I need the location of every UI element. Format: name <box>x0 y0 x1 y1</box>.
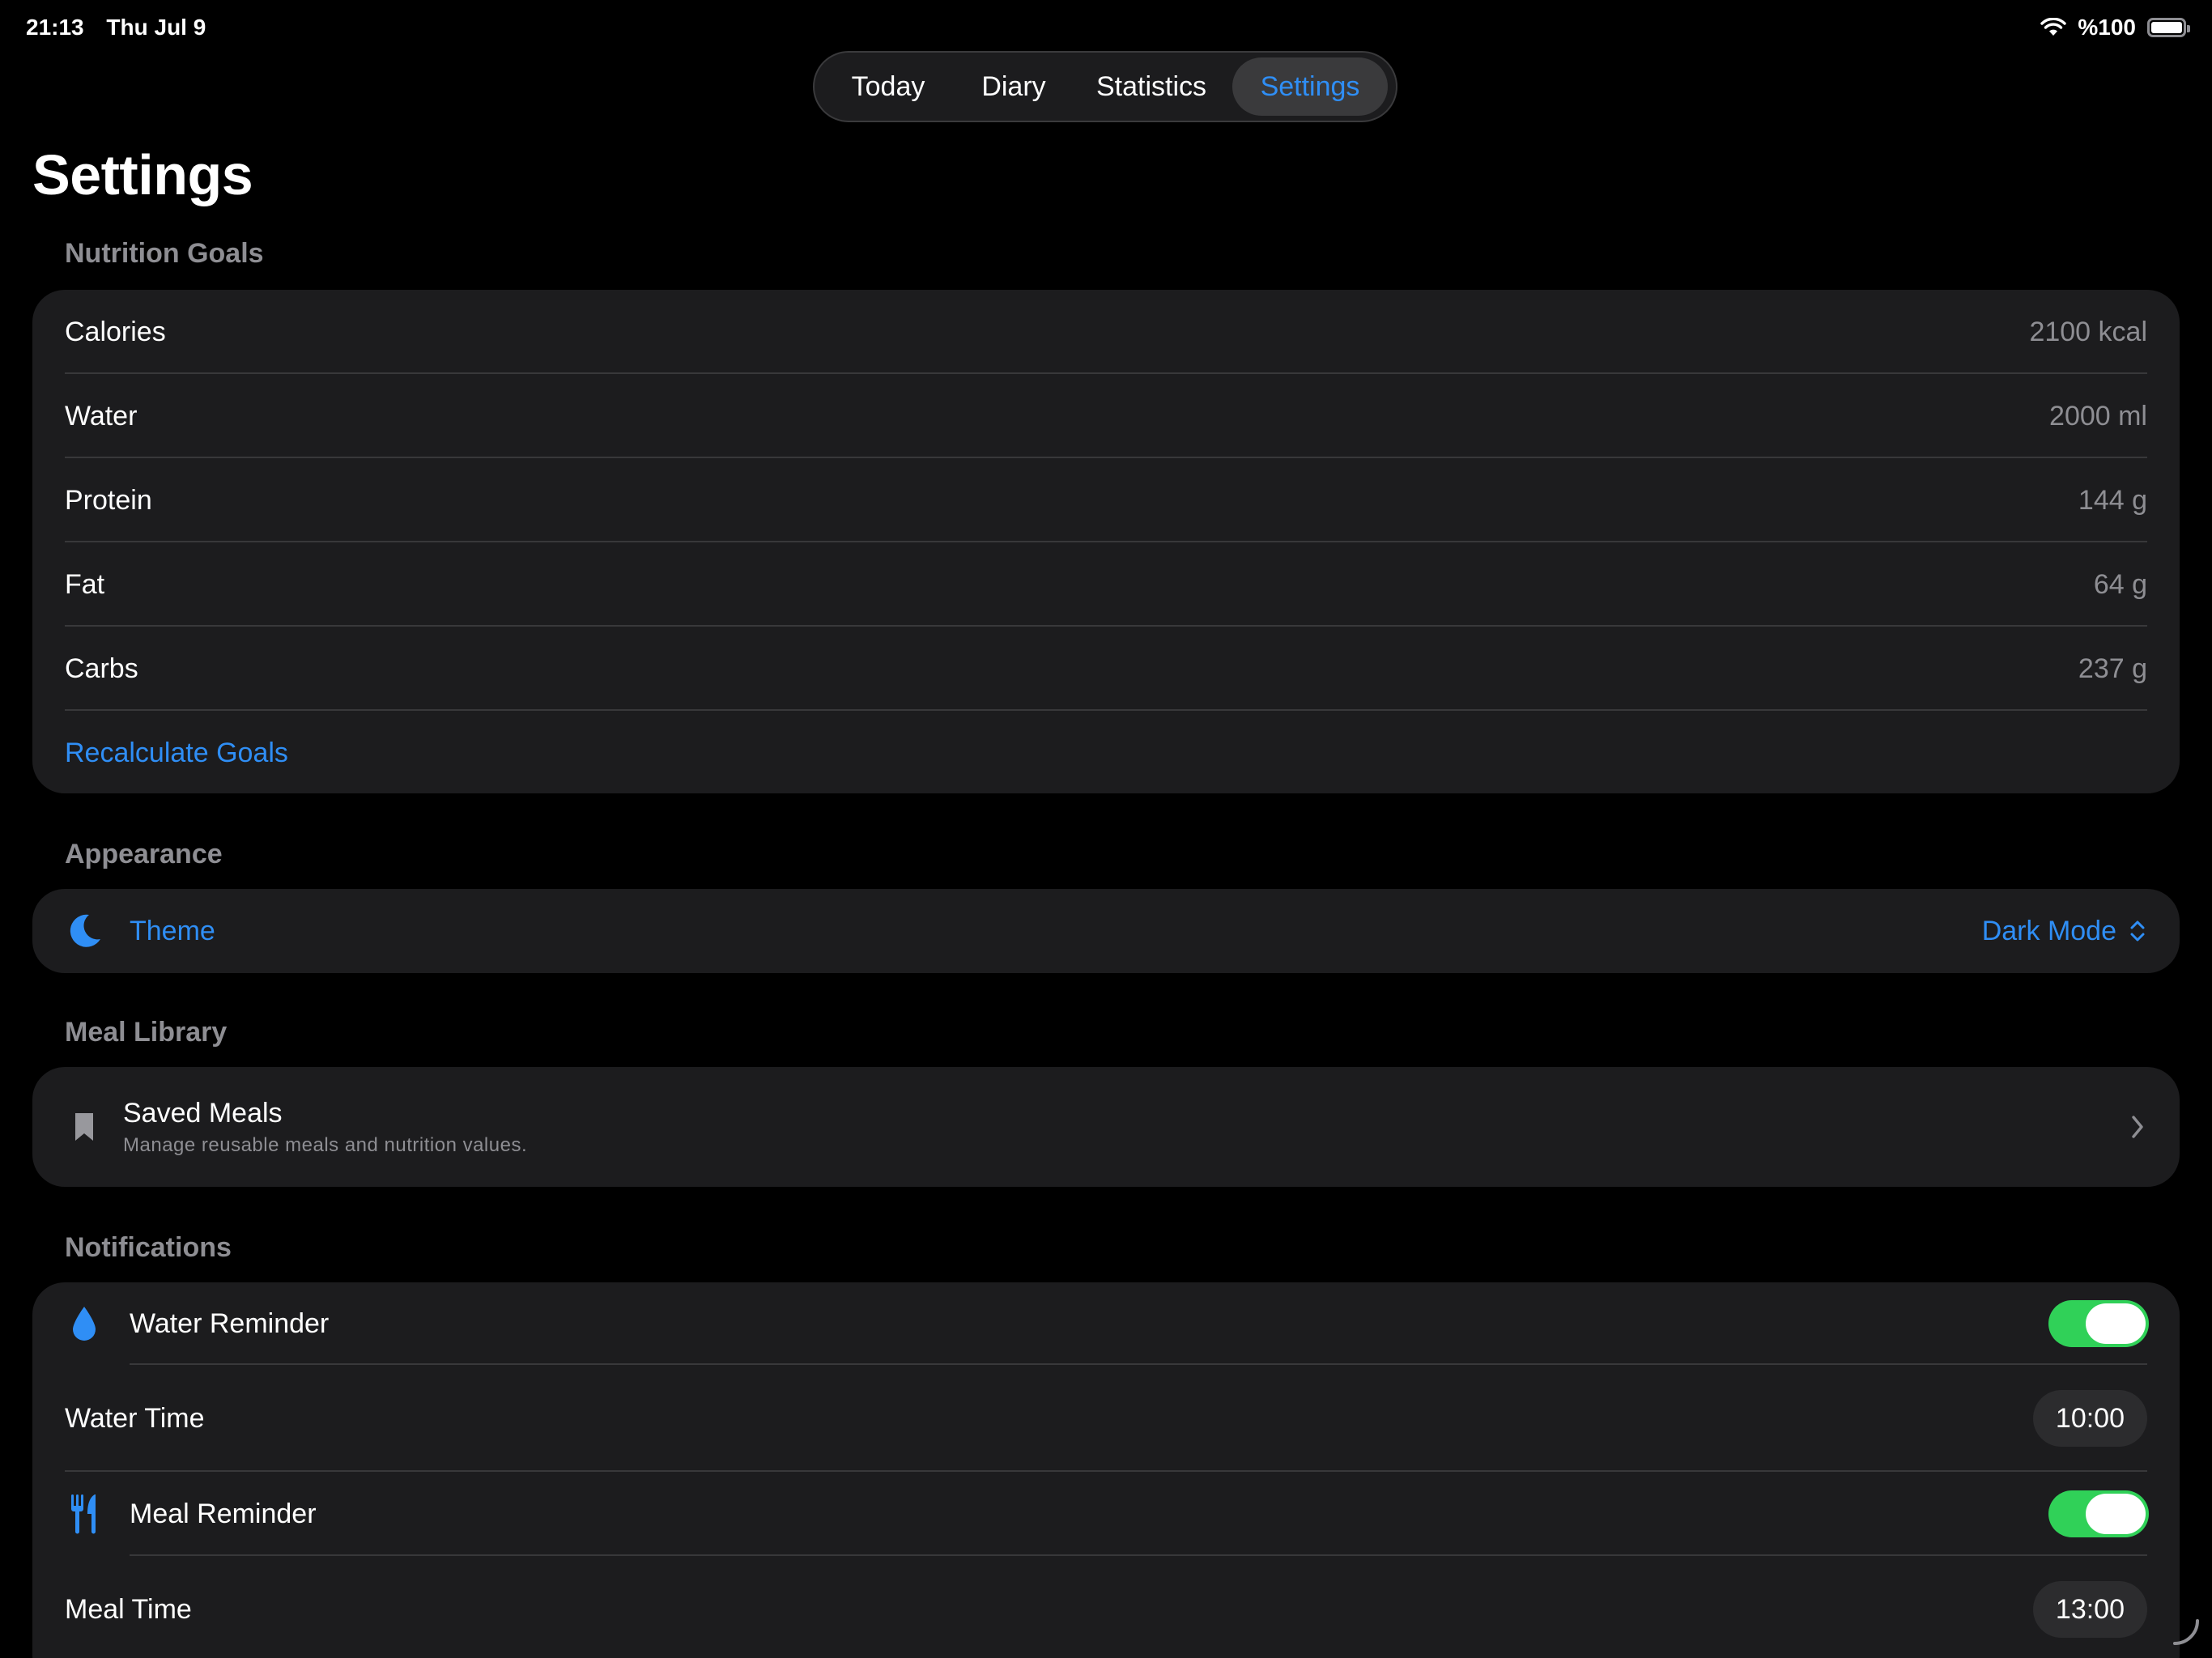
saved-meals-title: Saved Meals <box>123 1097 283 1129</box>
theme-picker[interactable]: Dark Mode <box>1982 916 2147 947</box>
tab-statistics[interactable]: Statistics <box>1070 57 1232 116</box>
goal-row-fat[interactable]: Fat 64 g <box>32 542 2180 627</box>
chevron-up-down-icon <box>2130 920 2145 942</box>
wifi-icon <box>2040 18 2067 36</box>
bookmark-icon <box>65 1107 104 1146</box>
goal-row-protein[interactable]: Protein 144 g <box>32 458 2180 542</box>
tab-diary[interactable]: Diary <box>957 57 1070 116</box>
goal-value: 2100 kcal <box>2029 316 2147 347</box>
meal-reminder-row: Meal Reminder <box>32 1472 2180 1556</box>
recalculate-goals-label: Recalculate Goals <box>65 737 288 768</box>
battery-percent: %100 <box>2078 15 2136 40</box>
moon-icon <box>65 912 104 950</box>
water-reminder-row: Water Reminder <box>32 1282 2180 1365</box>
water-drop-icon <box>65 1304 104 1343</box>
status-bar: 21:13 Thu Jul 9 %100 <box>26 11 2190 44</box>
meal-time-picker[interactable]: 13:00 <box>2032 1581 2147 1638</box>
water-time-label: Water Time <box>65 1402 205 1434</box>
goal-value: 64 g <box>2093 568 2147 600</box>
meal-time-row: Meal Time 13:00 <box>32 1556 2180 1658</box>
goal-label: Carbs <box>65 653 138 684</box>
goal-label: Fat <box>65 568 105 600</box>
status-right: %100 <box>2040 15 2190 40</box>
meal-reminder-label: Meal Reminder <box>130 1498 317 1529</box>
status-left: 21:13 Thu Jul 9 <box>26 15 222 40</box>
appearance-card: Theme Dark Mode <box>32 889 2180 973</box>
goal-value: 144 g <box>2078 484 2147 516</box>
tab-bar: Today Diary Statistics Settings <box>813 51 1397 122</box>
water-time-picker[interactable]: 10:00 <box>2032 1390 2147 1447</box>
section-header-appearance: Appearance <box>65 839 223 869</box>
theme-value: Dark Mode <box>1981 915 2116 946</box>
corner-indicator-icon <box>2173 1619 2199 1645</box>
tab-settings[interactable]: Settings <box>1232 57 1388 116</box>
status-date: Thu Jul 9 <box>106 15 206 40</box>
water-reminder-label: Water Reminder <box>130 1307 330 1339</box>
toggle-knob <box>2086 1303 2146 1344</box>
goal-label: Water <box>65 400 138 432</box>
tab-today[interactable]: Today <box>819 57 957 116</box>
chevron-right-icon <box>2132 1116 2143 1138</box>
water-reminder-toggle[interactable] <box>2048 1300 2149 1347</box>
meal-library-card: Saved Meals Manage reusable meals and nu… <box>32 1067 2180 1187</box>
saved-meals-text: Saved Meals Manage reusable meals and nu… <box>123 1098 527 1157</box>
settings-screen: 21:13 Thu Jul 9 %100 Today Diary Statist… <box>0 0 2212 1658</box>
theme-row[interactable]: Theme Dark Mode <box>32 889 2180 973</box>
meal-time-label: Meal Time <box>65 1593 192 1625</box>
section-header-nutrition-goals: Nutrition Goals <box>65 238 264 269</box>
battery-icon <box>2147 18 2190 37</box>
nutrition-goals-card: Calories 2100 kcal Water 2000 ml Protein… <box>32 290 2180 793</box>
goal-row-carbs[interactable]: Carbs 237 g <box>32 627 2180 711</box>
meal-reminder-toggle[interactable] <box>2048 1490 2149 1537</box>
goal-row-calories[interactable]: Calories 2100 kcal <box>32 290 2180 374</box>
goal-value: 2000 ml <box>2049 400 2147 432</box>
goal-row-water[interactable]: Water 2000 ml <box>32 374 2180 458</box>
goal-label: Calories <box>65 316 166 347</box>
status-time: 21:13 <box>26 15 84 40</box>
saved-meals-subtitle: Manage reusable meals and nutrition valu… <box>123 1133 528 1156</box>
section-header-notifications: Notifications <box>65 1232 232 1263</box>
goal-label: Protein <box>65 484 152 516</box>
saved-meals-row[interactable]: Saved Meals Manage reusable meals and nu… <box>32 1067 2180 1187</box>
goal-value: 237 g <box>2078 653 2147 684</box>
theme-label: Theme <box>130 915 215 946</box>
section-header-meal-library: Meal Library <box>65 1017 228 1048</box>
fork-knife-icon <box>65 1494 104 1534</box>
toggle-knob <box>2086 1494 2146 1534</box>
water-time-row: Water Time 10:00 <box>32 1365 2180 1472</box>
page-title: Settings <box>32 143 253 206</box>
recalculate-goals-button[interactable]: Recalculate Goals <box>32 711 2180 793</box>
notifications-card: Water Reminder Water Time 10:00 Meal Rem… <box>32 1282 2180 1658</box>
